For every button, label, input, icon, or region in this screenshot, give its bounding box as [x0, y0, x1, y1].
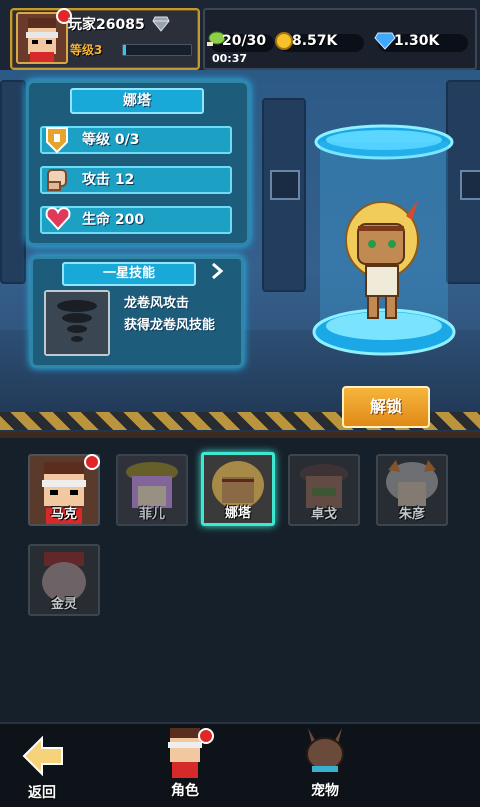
roles-tab-label: 角色: [171, 783, 199, 799]
roster-slot-jinling[interactable]: 金灵: [28, 544, 100, 616]
roster-slot-feier[interactable]: 菲儿: [116, 454, 188, 526]
stamina-timer: 00:37: [212, 52, 248, 65]
stamina-value: 20/30: [222, 33, 267, 49]
unlock-button[interactable]: 解锁: [342, 386, 430, 428]
tornado-icon: [46, 292, 108, 354]
roster-name: 金灵: [50, 597, 77, 612]
level-shield-icon: [46, 127, 68, 154]
skill-description: 获得龙卷风技能: [124, 318, 216, 333]
chevron-right-icon[interactable]: [208, 262, 226, 280]
pets-tab-label: 宠物: [311, 783, 339, 799]
gems-value: 1.30K: [394, 33, 440, 49]
back-button[interactable]: 返回: [12, 728, 72, 801]
bottom-nav: [0, 722, 480, 807]
roles-tab-badge: [198, 728, 214, 744]
control-box: [270, 170, 300, 200]
roster-slot-zhuoge[interactable]: 卓戈: [288, 454, 360, 526]
roster-name: 娜塔: [224, 506, 251, 521]
skill-name: 龙卷风攻击: [124, 296, 190, 311]
roster-name: 朱彦: [398, 507, 425, 522]
wall-panel: [0, 80, 26, 284]
vip-diamond-icon: [152, 16, 170, 32]
hologram-pod: [312, 124, 456, 356]
hero-level: 等级 0/3: [82, 132, 140, 148]
hero-name: 娜塔: [70, 88, 204, 114]
control-box: [460, 170, 480, 200]
exp-bar-fill: [123, 45, 127, 55]
back-label: 返回: [28, 785, 56, 801]
blue-gem-icon: [374, 32, 396, 50]
roster-name: 菲儿: [138, 507, 165, 522]
hero-hp: 生命 200: [82, 212, 145, 228]
roster-slot-nata[interactable]: 娜塔: [201, 452, 275, 526]
player-name: 玩家26085: [68, 17, 145, 33]
skill-title: 一星技能: [62, 262, 196, 286]
tab-roles[interactable]: 角色: [150, 724, 220, 802]
exp-bar: [122, 44, 192, 56]
roster-notification-badge: [84, 454, 100, 470]
hp-heart-icon: [45, 206, 71, 231]
gold-value: 8.57K: [292, 33, 338, 49]
roster-slot-zhuyan[interactable]: 朱彦: [376, 454, 448, 526]
tornado-skill-icon[interactable]: [44, 290, 110, 356]
back-arrow-icon: [22, 735, 63, 777]
player-level: 等级3: [70, 43, 103, 57]
gold-coin-icon: [275, 32, 293, 50]
roster-name: 卓戈: [310, 507, 337, 522]
hero-attack: 攻击 12: [82, 172, 135, 188]
pets-tab-icon: [306, 728, 344, 772]
tab-pets[interactable]: 宠物: [290, 724, 360, 802]
roster-name: 马克: [50, 507, 77, 522]
attack-fist-icon: [47, 169, 67, 191]
